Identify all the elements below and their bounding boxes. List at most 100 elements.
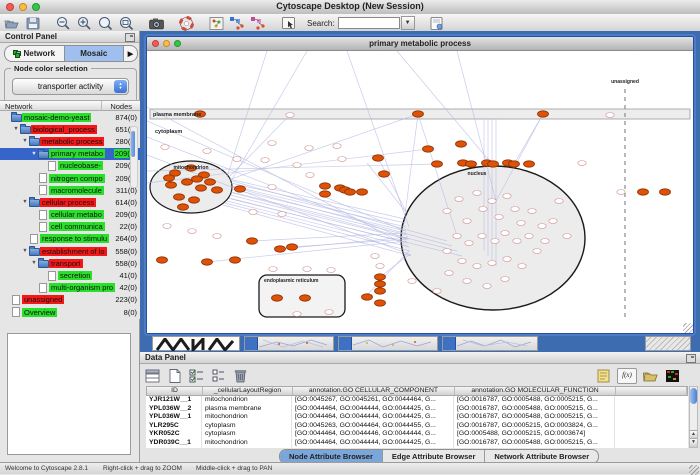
table-column-header[interactable]: ID (147, 387, 203, 395)
tree-row[interactable]: cell communica22(0) (0, 221, 140, 233)
table-column-header[interactable]: annotation.GO CELLULAR_COMPONENT (293, 387, 455, 395)
table-row[interactable]: YJR121W__1mitochondrion[GO:0045267, GO:0… (146, 396, 688, 405)
network-node[interactable] (473, 191, 481, 196)
zoom-fit-icon[interactable] (118, 16, 135, 31)
notes-icon[interactable] (595, 368, 612, 384)
network-node-selected[interactable] (379, 171, 390, 177)
network-node[interactable] (549, 219, 557, 224)
background-window-fragment[interactable] (244, 336, 334, 351)
network-node-selected[interactable] (538, 111, 549, 117)
network-node[interactable] (458, 259, 466, 264)
disclosure-triangle-icon[interactable]: ▼ (21, 248, 29, 254)
tree-row[interactable]: ▼biological_process651(0) (0, 123, 140, 135)
network-node[interactable] (213, 234, 221, 239)
network-node[interactable] (488, 261, 496, 266)
network-node-selected[interactable] (423, 146, 434, 152)
network-node[interactable] (325, 310, 333, 315)
table-cell[interactable]: cytoplasm (202, 430, 292, 439)
network-node[interactable] (501, 277, 509, 282)
network-node[interactable] (533, 249, 541, 254)
node-color-dropdown[interactable]: transporter activity (12, 78, 129, 95)
zoom-out-icon[interactable] (55, 16, 72, 31)
network-node-selected[interactable] (166, 182, 177, 188)
network-node[interactable] (563, 234, 571, 239)
table-row[interactable]: YKR052Ccytoplasm[GO:0044464, GO:0044446,… (146, 430, 688, 439)
network-node-selected[interactable] (196, 185, 207, 191)
tree-row[interactable]: ▼establishment of lo558(0) (0, 245, 140, 257)
table-row[interactable]: YDR039C__1mitochondrion[GO:0044464, GO:0… (146, 439, 688, 448)
search-input[interactable] (338, 17, 400, 29)
table-cell[interactable]: [GO:0044464, GO:0044444, GO:0044425, G..… (292, 413, 454, 422)
network-node[interactable] (261, 158, 269, 163)
network-node-selected[interactable] (157, 257, 168, 263)
tree-row[interactable]: ▼transport558(0) (0, 257, 140, 269)
tab-mosaic[interactable]: Mosaic (64, 46, 124, 61)
network-node[interactable] (488, 199, 496, 204)
network-node[interactable] (233, 157, 241, 162)
tree-row[interactable]: ▼primary metabo209(... (0, 148, 140, 160)
float-panel-icon[interactable] (686, 354, 696, 363)
network-node[interactable] (338, 157, 346, 162)
import-folder-icon[interactable] (642, 368, 659, 384)
network-node-selected[interactable] (413, 111, 424, 117)
network-node[interactable] (528, 209, 536, 214)
network-node-selected[interactable] (373, 155, 384, 161)
network-node[interactable] (518, 264, 526, 269)
table-row[interactable]: YPL036W__1mitochondrion[GO:0044464, GO:0… (146, 413, 688, 422)
table-cell[interactable]: [GO:0016787, GO:0005488, GO:0005215, G..… (454, 396, 615, 405)
table-cell[interactable]: [GO:0044464, GO:0044444, GO:0044425, G..… (292, 405, 454, 414)
tree-row[interactable]: ▼metabolic process280(0) (0, 135, 140, 147)
zoom-in-icon[interactable] (76, 16, 93, 31)
table-cell[interactable]: YPL036W__2 (146, 405, 202, 414)
help-icon[interactable] (178, 16, 195, 31)
select-attributes-icon[interactable] (188, 368, 205, 384)
tree-row[interactable]: Overview8(0) (0, 306, 140, 318)
network-node[interactable] (453, 234, 461, 239)
network-node[interactable] (249, 210, 257, 215)
network-node[interactable] (538, 224, 546, 229)
more-tabs-button[interactable] (123, 46, 137, 61)
network-node-selected[interactable] (275, 246, 286, 252)
network-node[interactable] (555, 199, 563, 204)
network-node[interactable] (511, 207, 519, 212)
table-cell[interactable]: [GO:0045263, GO:0044464, GO:0044455, G..… (292, 422, 454, 431)
network-node-selected[interactable] (362, 294, 373, 300)
network-node[interactable] (203, 149, 211, 154)
network-node[interactable] (541, 239, 549, 244)
network-node[interactable] (503, 194, 511, 199)
network-node-selected[interactable] (345, 189, 356, 195)
heatmap-icon[interactable] (664, 368, 681, 384)
search-dropdown-button[interactable] (401, 16, 415, 30)
table-cell[interactable]: mitochondrion (202, 413, 292, 422)
network-node[interactable] (443, 209, 451, 214)
table-cell[interactable]: YKR052C (146, 430, 202, 439)
filter-icon[interactable] (428, 16, 445, 31)
network-node[interactable] (305, 146, 313, 151)
network-node[interactable] (443, 249, 451, 254)
table-cell[interactable]: cytoplasm (202, 422, 292, 431)
zoom-selected-icon[interactable] (97, 16, 114, 31)
tree-row[interactable]: response to stimulu264(0) (0, 233, 140, 245)
network-node-selected[interactable] (320, 191, 331, 197)
network-node-selected[interactable] (247, 238, 258, 244)
disclosure-triangle-icon[interactable]: ▼ (30, 151, 38, 157)
table-row[interactable]: YLR295Ccytoplasm[GO:0045263, GO:0044464,… (146, 422, 688, 431)
tree-row[interactable]: nucleobase-209(0) (0, 160, 140, 172)
annotation-icon[interactable] (280, 16, 297, 31)
network-node-selected[interactable] (488, 161, 499, 167)
network-node-selected[interactable] (164, 175, 175, 181)
overlay-red-icon[interactable] (250, 16, 267, 31)
network-node[interactable] (161, 145, 169, 150)
formula-builder-icon[interactable] (617, 368, 637, 384)
background-window-fragment[interactable] (152, 336, 240, 351)
network-node-selected[interactable] (178, 204, 189, 210)
network-node[interactable] (479, 207, 487, 212)
background-window-fragment[interactable] (645, 336, 691, 351)
network-node[interactable] (376, 264, 384, 269)
network-node[interactable] (465, 241, 473, 246)
network-node[interactable] (606, 113, 614, 118)
table-cell[interactable]: mitochondrion (202, 396, 292, 405)
dropdown-stepper-icon[interactable] (114, 80, 127, 93)
network-node-selected[interactable] (375, 274, 386, 280)
network-node-selected[interactable] (660, 189, 671, 195)
